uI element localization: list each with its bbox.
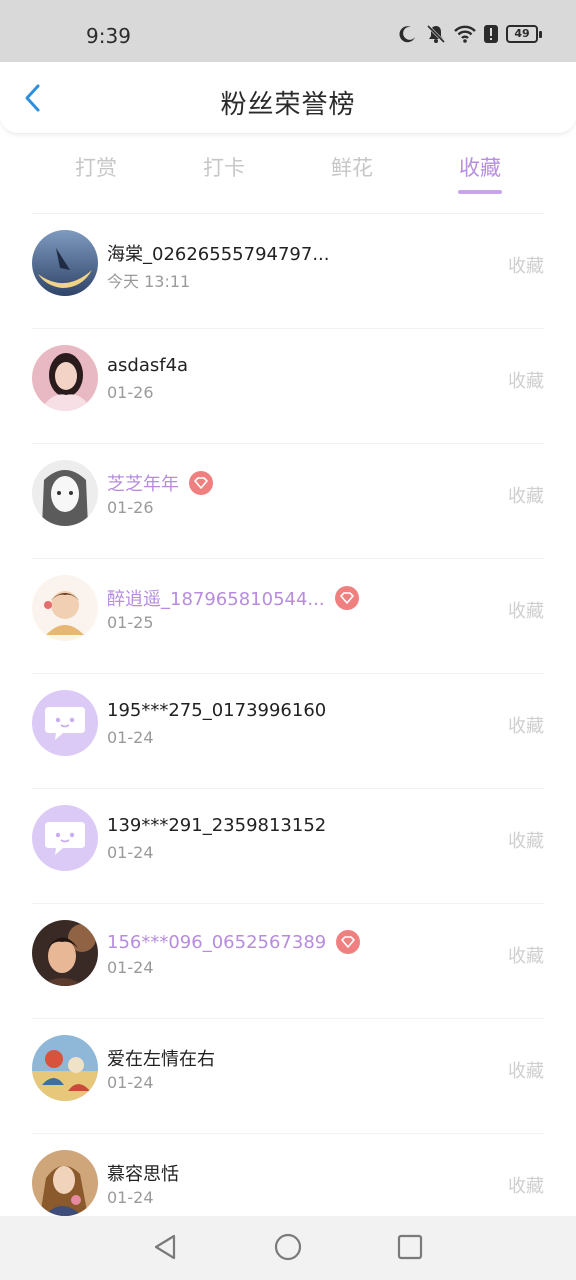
status-icons: 49 [398, 24, 542, 44]
favorite-label: 收藏 [508, 256, 544, 277]
timestamp: 01-26 [107, 383, 154, 402]
name-line: 爱在左情在右 [107, 1045, 215, 1071]
list-item[interactable]: 139***291_2359813152 01-24 收藏 [32, 789, 544, 904]
list-item[interactable]: 芝芝年年 01-26 收藏 [32, 444, 544, 559]
timestamp: 01-24 [107, 1188, 154, 1207]
list-item[interactable]: 156***096_0652567389 01-24 收藏 [32, 904, 544, 1019]
list-item[interactable]: 爱在左情在右 01-24 收藏 [32, 1019, 544, 1134]
user-name: 156***096_0652567389 [107, 931, 327, 953]
avatar [32, 1150, 98, 1216]
list-item[interactable]: 195***275_0173996160 01-24 收藏 [32, 674, 544, 789]
header: 粉丝荣誉榜 [0, 62, 576, 134]
avatar [32, 920, 98, 986]
nav-recents-button[interactable] [395, 1234, 425, 1264]
name-line: 海棠_02626555794797... [107, 240, 330, 266]
tab-bar: 打赏 打卡 鲜花 收藏 [32, 134, 544, 214]
page-title: 粉丝荣誉榜 [220, 90, 356, 120]
list-item[interactable]: asdasf4a 01-26 收藏 [32, 329, 544, 444]
list-item[interactable]: 海棠_02626555794797... 今天 13:11 收藏 [32, 214, 544, 329]
user-name: 芝芝年年 [107, 474, 179, 495]
circle-home-icon [274, 1233, 302, 1265]
tab-label: 打卡 [203, 156, 245, 180]
user-name: 慕容思恬 [107, 1164, 179, 1185]
list-item[interactable]: 醉逍遥_187965810544... 01-25 收藏 [32, 559, 544, 674]
favorite-label: 收藏 [508, 946, 544, 967]
bell-muted-icon [426, 24, 446, 44]
diamond-icon [336, 930, 361, 954]
favorite-label: 收藏 [508, 601, 544, 622]
moon-icon [398, 24, 418, 44]
avatar [32, 230, 98, 296]
timestamp: 01-25 [107, 613, 154, 632]
favorite-label: 收藏 [508, 716, 544, 737]
user-name: 海棠_02626555794797... [107, 244, 330, 265]
tab-label: 鲜花 [331, 156, 373, 180]
favorite-label: 收藏 [508, 486, 544, 507]
tab-reward[interactable]: 打赏 [46, 152, 146, 182]
timestamp: 01-24 [107, 728, 154, 747]
user-name: 醉逍遥_187965810544... [107, 589, 325, 610]
avatar [32, 1035, 98, 1101]
avatar [32, 345, 98, 411]
diamond-icon [334, 586, 359, 610]
battery-icon: 49 [506, 25, 542, 43]
default-avatar-icon [32, 690, 98, 756]
status-bar: 9:39 49 [0, 0, 576, 62]
timestamp: 01-26 [107, 498, 154, 517]
user-name: 139***291_2359813152 [107, 815, 327, 836]
favorite-label: 收藏 [508, 371, 544, 392]
favorite-label: 收藏 [508, 831, 544, 852]
name-line: asdasf4a [107, 355, 188, 376]
tab-label: 收藏 [459, 156, 501, 180]
fan-list: 海棠_02626555794797... 今天 13:11 收藏 asdasf4… [32, 214, 544, 1249]
triangle-back-icon [152, 1233, 178, 1265]
name-line: 醉逍遥_187965810544... [107, 585, 359, 611]
active-tab-indicator [458, 190, 502, 194]
name-line: 139***291_2359813152 [107, 815, 326, 836]
diamond-icon [189, 471, 213, 495]
name-line: 195***275_0173996160 [107, 700, 326, 721]
timestamp: 01-24 [107, 1073, 154, 1092]
user-name: 爱在左情在右 [107, 1049, 215, 1070]
nav-home-button[interactable] [273, 1233, 303, 1265]
name-line: 芝芝年年 [107, 470, 213, 496]
status-time: 9:39 [86, 24, 131, 48]
tab-flowers[interactable]: 鲜花 [302, 152, 402, 182]
favorite-label: 收藏 [508, 1176, 544, 1197]
timestamp: 01-24 [107, 843, 154, 862]
wifi-icon [454, 24, 476, 44]
tab-label: 打赏 [75, 156, 117, 180]
nav-back-button[interactable] [150, 1234, 180, 1264]
name-line: 慕容思恬 [107, 1160, 179, 1186]
tab-favorites[interactable]: 收藏 [430, 152, 530, 194]
tab-checkin[interactable]: 打卡 [174, 152, 274, 182]
favorite-label: 收藏 [508, 1061, 544, 1082]
avatar [32, 460, 98, 526]
avatar [32, 575, 98, 641]
user-name: asdasf4a [107, 355, 189, 376]
system-nav-bar [0, 1216, 576, 1280]
alert-icon [484, 24, 498, 44]
timestamp: 今天 13:11 [107, 272, 191, 291]
user-name: 195***275_0173996160 [107, 700, 327, 721]
name-line: 156***096_0652567389 [107, 930, 361, 954]
timestamp: 01-24 [107, 958, 154, 977]
default-avatar-icon [32, 805, 98, 871]
square-recents-icon [397, 1234, 423, 1264]
